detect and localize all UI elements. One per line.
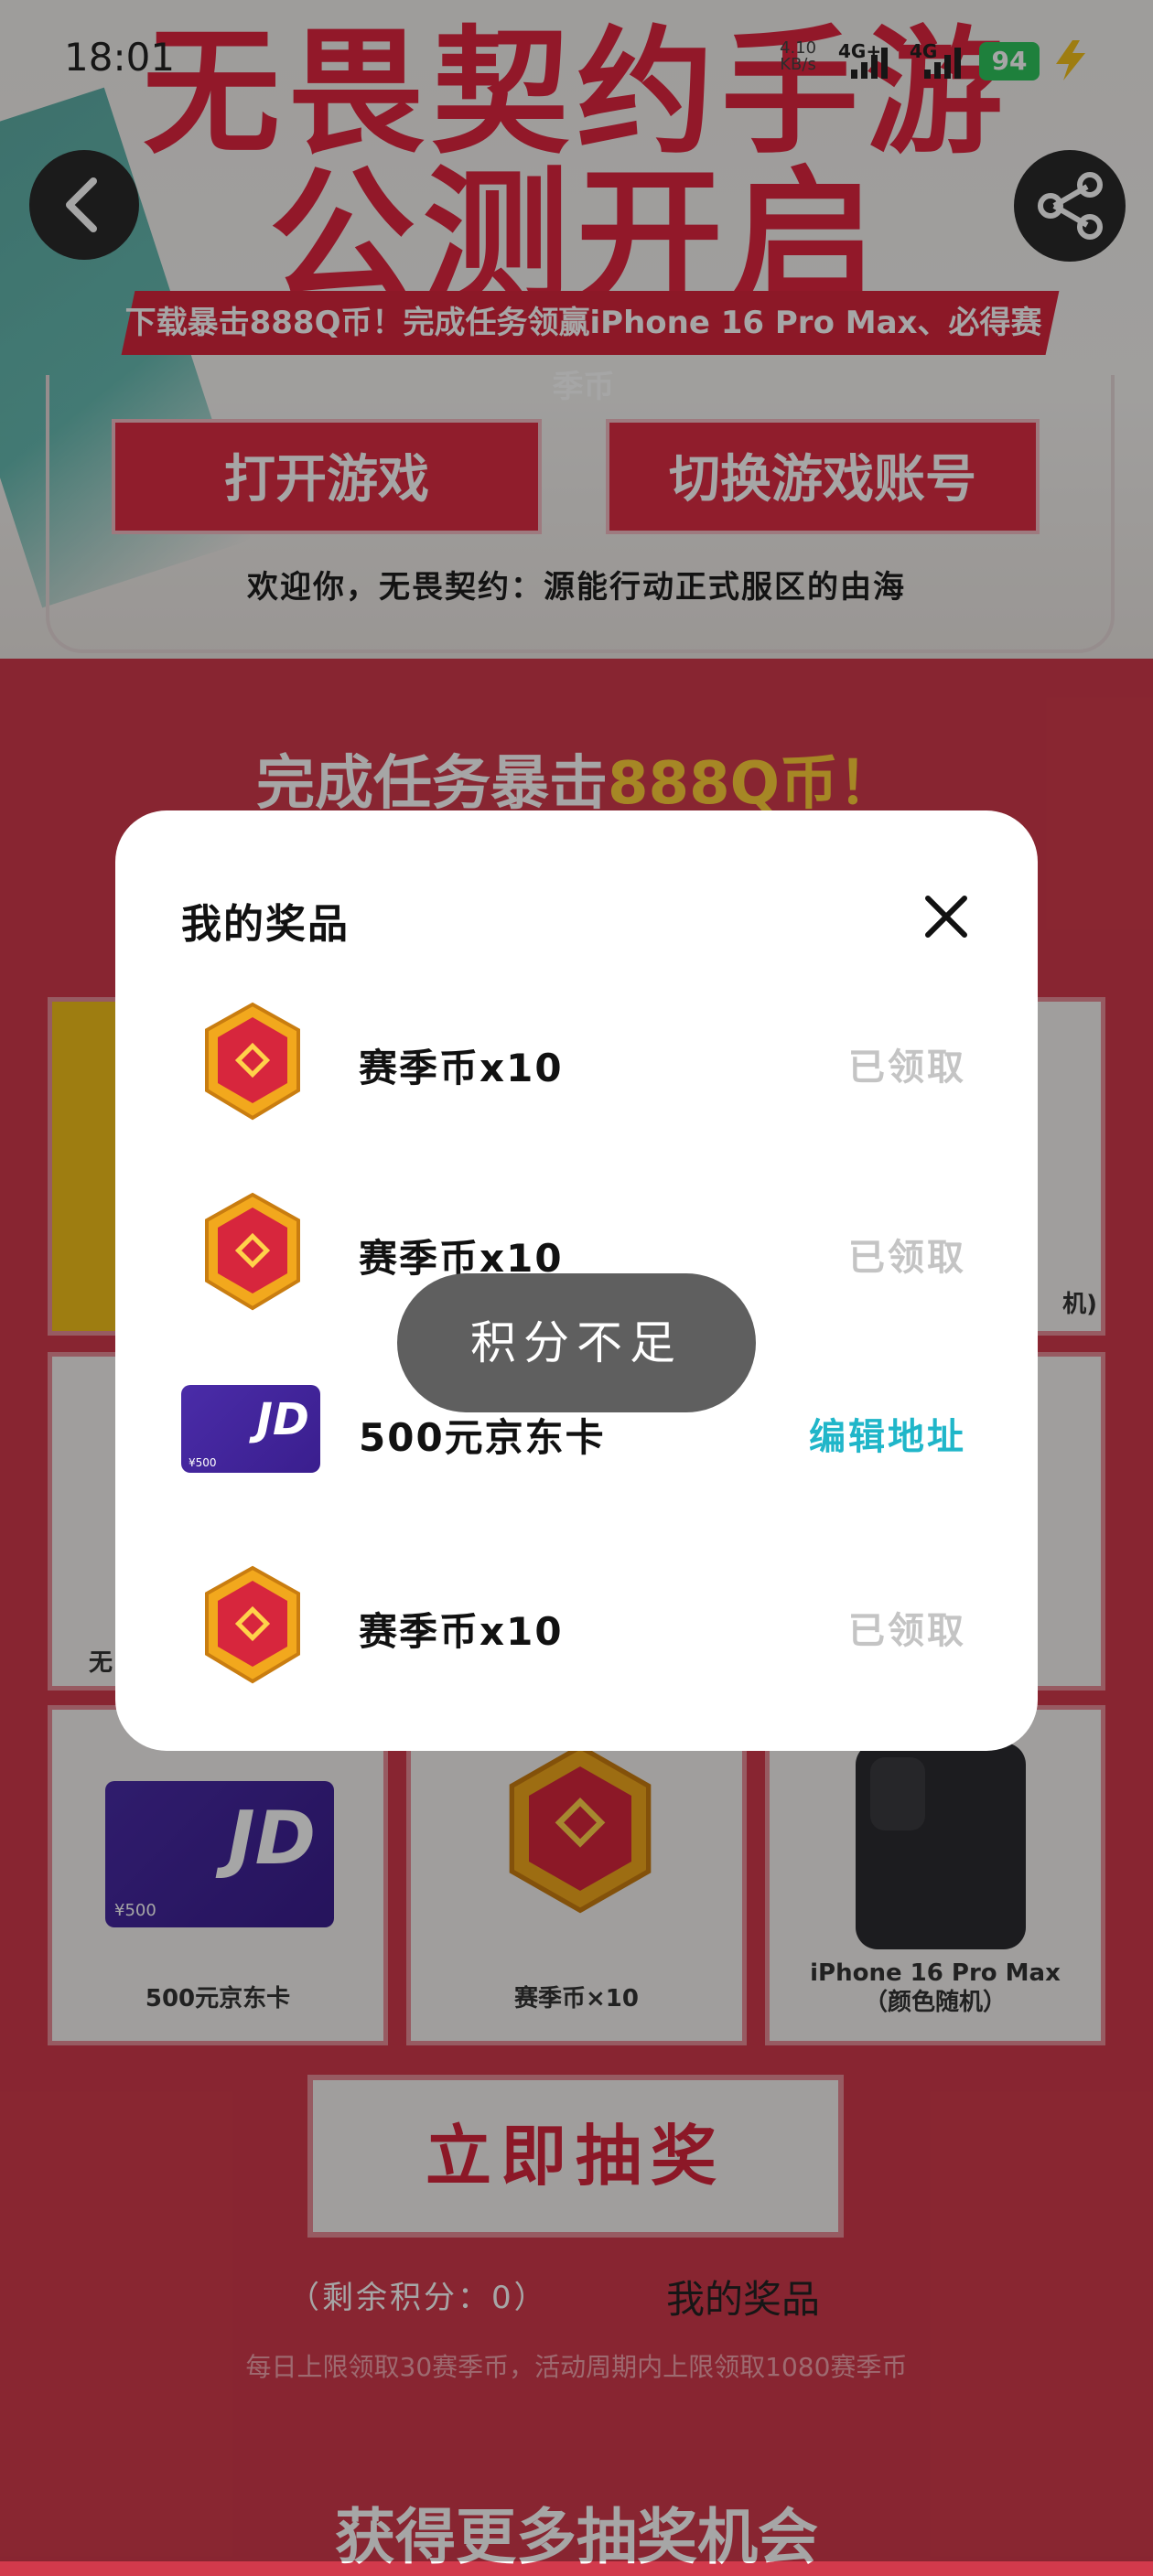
prize-status: 已领取 bbox=[848, 1237, 966, 1279]
season-coin-icon bbox=[205, 1192, 300, 1311]
season-coin-icon bbox=[205, 1002, 300, 1121]
prize-name: 赛季币x10 bbox=[359, 1609, 564, 1654]
jd-card-icon: JD ¥500 bbox=[181, 1385, 320, 1473]
page: 无畏契约手游 公测开启 下载暴击888Q币！完成任务领赢iPhone 16 Pr… bbox=[0, 0, 1153, 2572]
prize-name: 赛季币x10 bbox=[359, 1046, 564, 1090]
prize-row: 赛季币x10 已领取 bbox=[115, 1553, 1038, 1700]
season-coin-icon bbox=[205, 1565, 300, 1684]
prize-name: 500元京东卡 bbox=[359, 1415, 606, 1460]
jd-card-value: ¥500 bbox=[189, 1456, 217, 1469]
modal-title: 我的奖品 bbox=[181, 901, 350, 948]
jd-card-brand: JD bbox=[256, 1393, 309, 1445]
edit-address-button[interactable]: 编辑地址 bbox=[809, 1407, 966, 1460]
prize-status: 已领取 bbox=[848, 1046, 966, 1089]
close-icon[interactable] bbox=[921, 891, 972, 942]
insufficient-points-toast: 积分不足 bbox=[397, 1273, 756, 1412]
prize-status: 已领取 bbox=[848, 1610, 966, 1652]
prize-row: 赛季币x10 已领取 bbox=[115, 990, 1038, 1136]
